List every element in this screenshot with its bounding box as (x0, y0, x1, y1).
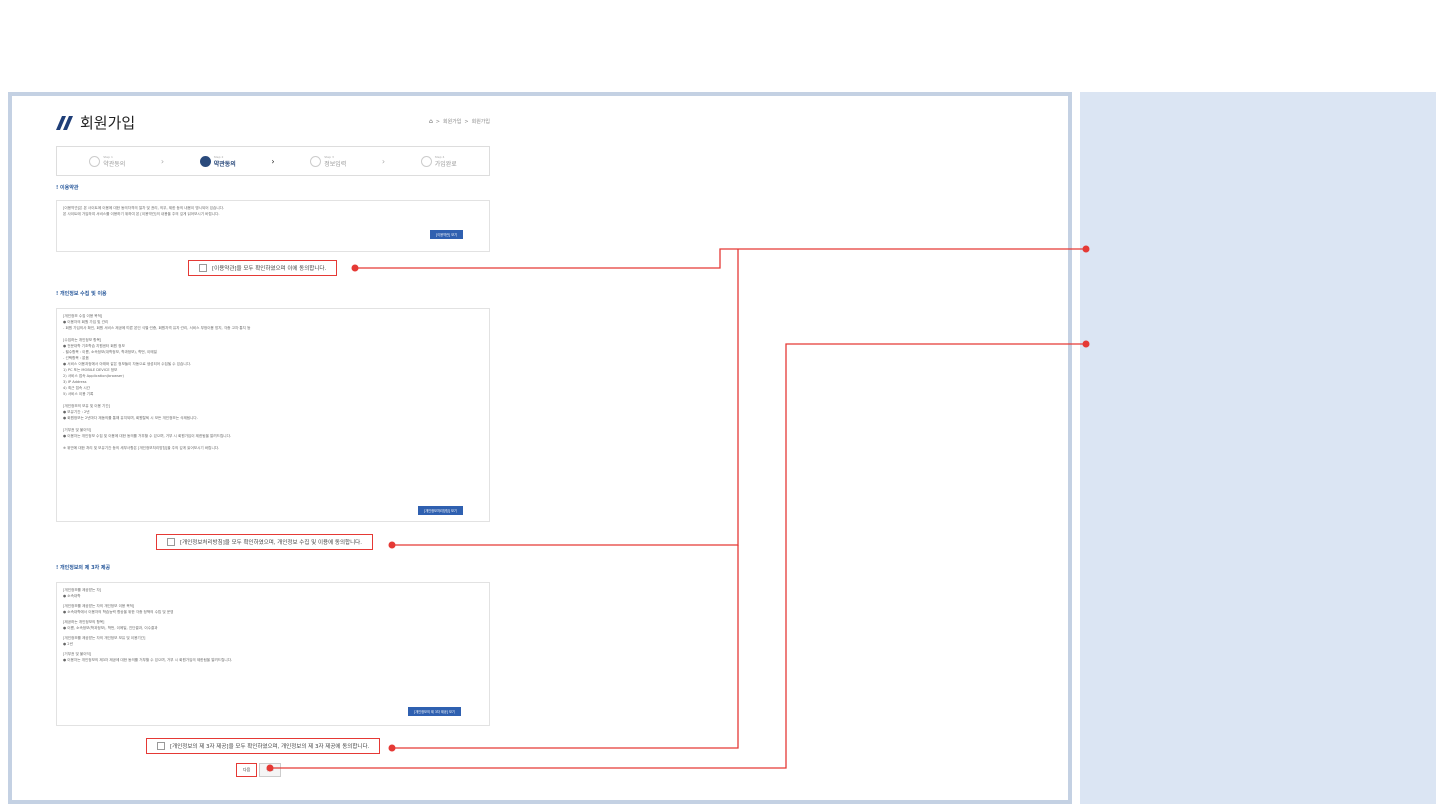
breadcrumb-item: 회원가입 (471, 119, 490, 125)
third-party-box: [개인정보를 제공받는 자] ● 소속대학 [개인정보를 제공받는 자의 개인정보… (56, 582, 490, 726)
view-third-party-button[interactable]: [개인정보의 제 3자 제공] 보기 (408, 707, 461, 716)
breadcrumb-item[interactable]: 회원가입 (443, 118, 461, 125)
signup-steps: Step 1 약관동의 › Step 2 약관동의 › Step 3 정보입력 › S… (56, 146, 490, 176)
annotation-side-panel (1080, 92, 1436, 804)
logo-slash-icon (56, 116, 73, 130)
terms-section-title: ! 이용약관 (56, 185, 79, 191)
terms-agree-checkbox[interactable] (199, 264, 207, 272)
step-circle-icon (310, 155, 322, 167)
step-2: Step 2 약관동의 (168, 155, 269, 168)
third-party-agree-checkbox[interactable] (157, 742, 165, 750)
terms-agree[interactable]: [이용약관]을 모두 확인하였으며 이에 동의합니다. (188, 260, 338, 276)
privacy-agree-checkbox[interactable] (167, 538, 175, 546)
chevron-right-icon: › (160, 156, 165, 166)
privacy-agree[interactable]: [개인정보처리방침]을 모두 확인하였으며, 개인정보 수집 및 이용에 동의합… (156, 534, 373, 550)
cancel-button[interactable]: 취소 (259, 763, 281, 777)
step-1: Step 1 약관동의 (57, 155, 158, 168)
privacy-section-title: ! 개인정보 수집 및 이용 (56, 291, 107, 297)
terms-box: [이용약관]은 본 사이트에 이용에 대한 동의자격의 절차 및 권리, 의무,… (56, 200, 490, 252)
privacy-box: [개인정보 수집 이용 목적] ● 이용자의 회원 가입 및 관리 - 회원 가입의… (56, 308, 490, 522)
view-privacy-policy-button[interactable]: [개인정보처리방침] 보기 (418, 506, 463, 515)
step-circle-icon (420, 155, 432, 167)
third-party-agree[interactable]: [개인정보의 제 3자 제공]을 모두 확인하였으며, 개인정보의 제 3자 제… (146, 738, 381, 754)
signup-page: 회원가입 ⌂ > 회원가입 > 회원가입 Step 1 약관동의 › Step 2… (50, 104, 490, 794)
page-title: 회원가입 (80, 114, 136, 132)
view-terms-button[interactable]: [이용약관] 보기 (430, 230, 464, 239)
chevron-right-icon: › (271, 156, 275, 166)
step-3: Step 3 정보입력 (278, 155, 379, 168)
step-circle-icon (89, 155, 101, 167)
home-icon[interactable]: ⌂ (429, 118, 433, 125)
breadcrumb: ⌂ > 회원가입 > 회원가입 (428, 118, 490, 125)
step-4: Step 4 가입완료 (389, 155, 490, 168)
form-actions: 다음 취소 (236, 763, 281, 777)
chevron-right-icon: › (381, 156, 386, 166)
step-circle-icon (199, 155, 211, 167)
third-party-section-title: ! 개인정보의 제 3자 제공 (56, 565, 111, 571)
next-button[interactable]: 다음 (236, 763, 258, 777)
